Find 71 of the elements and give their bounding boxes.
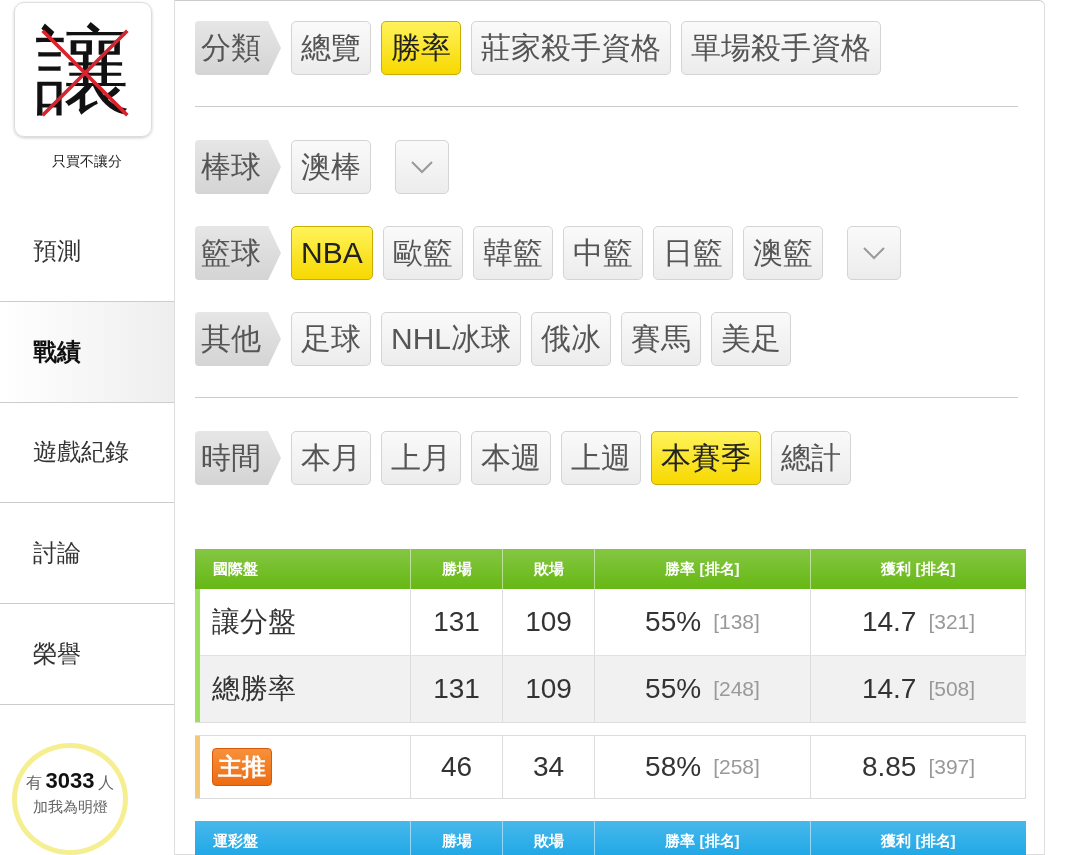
filter-option[interactable]: 澳籃: [742, 226, 823, 280]
column-header: 勝率 [排名]: [594, 821, 810, 855]
followers-suffix: 人: [98, 773, 115, 794]
sidebar-item[interactable]: 榮譽: [0, 603, 174, 705]
filter-label: 分類: [195, 21, 281, 75]
filter-option[interactable]: 歐籃: [382, 226, 463, 280]
column-header: 勝場: [410, 549, 502, 589]
filter-option[interactable]: 總計: [771, 431, 851, 485]
rank-cell: [248]: [713, 677, 760, 701]
chevron-down-icon: [861, 246, 886, 260]
column-header: 勝率 [排名]: [594, 549, 810, 589]
filter-label: 時間: [195, 431, 281, 485]
filter-option[interactable]: 日籃: [652, 226, 733, 280]
column-header: 運彩盤: [212, 830, 259, 851]
rank-cell: [397]: [928, 755, 976, 779]
table-cell: 46: [440, 751, 473, 783]
table-cell: 55%: [645, 673, 702, 705]
rank-cell: [258]: [713, 755, 760, 779]
filter-option[interactable]: 總覽: [291, 21, 371, 75]
followers-count: 3033: [45, 768, 95, 795]
filter-option[interactable]: 足球: [291, 312, 371, 366]
table-cell: 34: [532, 751, 565, 783]
followers-caption: 加我為明燈: [32, 798, 108, 818]
table-cell: 14.7: [861, 606, 917, 638]
filter-option[interactable]: 中籃: [562, 226, 643, 280]
filter-option[interactable]: 上月: [381, 431, 461, 485]
column-header: 獲利 [排名]: [810, 821, 1026, 855]
filter-label: 籃球: [195, 226, 281, 280]
filter-option[interactable]: NBA: [291, 226, 373, 280]
row-label: 總勝率: [212, 672, 296, 706]
table-cell: 8.85: [861, 751, 917, 783]
column-header: 國際盤: [212, 558, 259, 579]
filter-option[interactable]: NHL冰球: [381, 312, 521, 366]
dropdown-button[interactable]: [846, 226, 901, 280]
filter-option[interactable]: 俄冰: [531, 312, 611, 366]
filter-label: 其他: [195, 312, 281, 366]
filter-option[interactable]: 本週: [471, 431, 551, 485]
filter-option[interactable]: 美足: [711, 312, 791, 366]
table-cell: 55%: [645, 606, 702, 638]
sidebar-item[interactable]: 遊戲紀錄: [0, 402, 174, 504]
filter-option[interactable]: 本賽季: [651, 431, 761, 485]
sidebar-item[interactable]: 討論: [0, 503, 174, 604]
filter-option[interactable]: 韓籃: [472, 226, 553, 280]
table-cell: 14.7: [861, 673, 917, 705]
column-header: 敗場: [502, 821, 594, 855]
filter-option[interactable]: 單場殺手資格: [681, 21, 881, 75]
filter-option[interactable]: 澳棒: [291, 140, 371, 194]
dropdown-button[interactable]: [395, 140, 449, 194]
table-cell: 131: [433, 606, 480, 638]
filter-label: 棒球: [195, 140, 281, 194]
filter-option[interactable]: 賽馬: [621, 312, 701, 366]
rank-cell: [508]: [928, 677, 976, 701]
logo-caption: 只買不讓分: [51, 153, 123, 172]
filter-option[interactable]: 上週: [561, 431, 641, 485]
rank-cell: [321]: [928, 610, 976, 634]
filter-option[interactable]: 勝率: [381, 21, 461, 75]
row-label: 讓分盤: [212, 605, 296, 639]
sidebar-item[interactable]: 戰績: [0, 302, 175, 403]
table-cell: 131: [433, 673, 480, 705]
table-cell: 109: [525, 606, 572, 638]
row-badge: 主推: [212, 748, 272, 786]
filter-option[interactable]: 本月: [291, 431, 371, 485]
table-cell: 58%: [645, 751, 702, 783]
followers-prefix: 有: [25, 773, 42, 794]
chevron-down-icon: [410, 160, 434, 174]
filter-option[interactable]: 莊家殺手資格: [471, 21, 671, 75]
column-header: 敗場: [502, 549, 594, 589]
table-cell: 109: [525, 673, 572, 705]
column-header: 獲利 [排名]: [810, 549, 1026, 589]
column-header: 勝場: [410, 821, 502, 855]
rank-cell: [138]: [713, 610, 760, 634]
